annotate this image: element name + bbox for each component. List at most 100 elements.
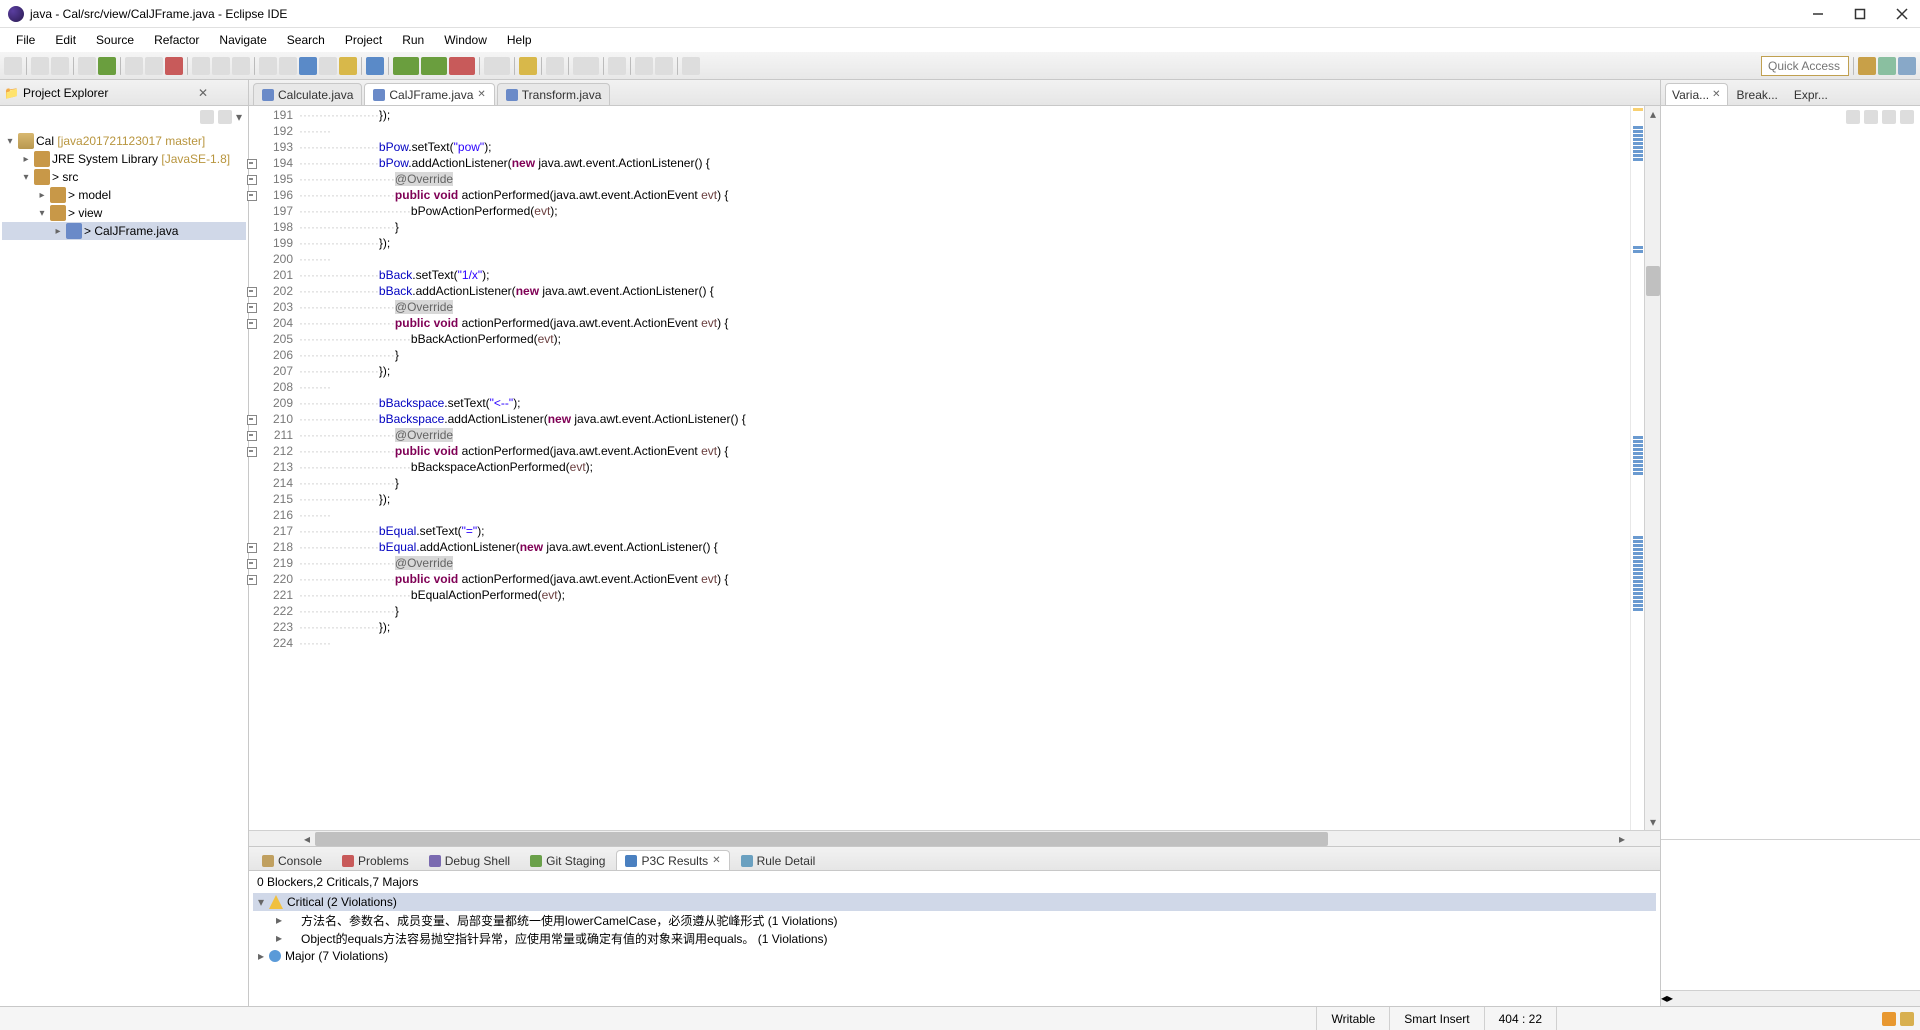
code-line[interactable]: ····························bBackActionP… [299, 331, 1630, 347]
menu-window[interactable]: Window [434, 30, 497, 50]
ext-drop-button[interactable] [484, 57, 510, 75]
tree-file-row[interactable]: ▸ > CalJFrame.java [2, 222, 246, 240]
view-menu-button[interactable] [1900, 110, 1914, 124]
pack2-button[interactable] [279, 57, 297, 75]
line-number[interactable]: 197 [249, 203, 299, 219]
close-tab-icon[interactable]: ✕ [1712, 89, 1720, 100]
overview-mark[interactable] [1633, 142, 1643, 145]
overview-mark[interactable] [1633, 158, 1643, 161]
editor-horizontal-scrollbar[interactable]: ◂ ▸ [249, 830, 1660, 846]
line-number[interactable]: 204 [249, 315, 299, 331]
editor-tab[interactable]: Calculate.java [253, 83, 362, 105]
link-editor-button[interactable] [218, 110, 232, 124]
tree-src-row[interactable]: ▾ > src [2, 168, 246, 186]
collapse-all-button[interactable] [200, 110, 214, 124]
debug-button[interactable] [98, 57, 116, 75]
search-button[interactable] [546, 57, 564, 75]
newpkg-button[interactable] [519, 57, 537, 75]
bottom-tab[interactable]: Rule Detail [732, 850, 825, 870]
overview-mark[interactable] [1633, 556, 1643, 559]
perspective-button-other[interactable] [1898, 57, 1916, 75]
expand-toggle[interactable]: ▸ [50, 226, 66, 237]
scroll-down-arrow[interactable]: ▾ [1645, 814, 1661, 830]
expand-toggle[interactable]: ▸ [271, 913, 287, 927]
overview-mark[interactable] [1633, 154, 1643, 157]
expand-toggle[interactable]: ▸ [271, 931, 287, 945]
code-line[interactable]: ····························bPowActionPe… [299, 203, 1630, 219]
suspend-button[interactable] [145, 57, 163, 75]
quick-access-input[interactable] [1761, 56, 1849, 76]
close-tab-icon[interactable]: ✕ [477, 89, 485, 100]
pack1-button[interactable] [259, 57, 277, 75]
minimize-button[interactable] [1808, 4, 1828, 24]
violation-row[interactable]: ▸ 方法名、参数名、成员变量、局部变量都统一使用lowerCamelCase，必… [253, 911, 1656, 929]
view-menu-button[interactable]: ▾ [236, 110, 242, 124]
line-number[interactable]: 208 [249, 379, 299, 395]
close-tab-icon[interactable]: ✕ [712, 855, 720, 866]
a-btn-button[interactable] [299, 57, 317, 75]
overview-mark[interactable] [1633, 250, 1643, 253]
overview-mark[interactable] [1633, 600, 1643, 603]
line-number[interactable]: 202 [249, 283, 299, 299]
cov-drop-button[interactable] [449, 57, 475, 75]
perspective-button-debug[interactable] [1878, 57, 1896, 75]
line-number[interactable]: 206 [249, 347, 299, 363]
bottom-tab[interactable]: Console [253, 850, 331, 870]
code-line[interactable]: ····················bPow.setText("pow"); [299, 139, 1630, 155]
code-line[interactable]: ····················bBack.addActionListe… [299, 283, 1630, 299]
minimize-view-button[interactable] [1624, 856, 1638, 870]
stepover-button[interactable] [212, 57, 230, 75]
bottom-tab[interactable]: Problems [333, 850, 418, 870]
code-area[interactable]: ····················});·················… [299, 106, 1630, 830]
code-line[interactable]: ························public void acti… [299, 187, 1630, 203]
expand-toggle[interactable]: ▸ [34, 190, 50, 201]
scrollbar-thumb[interactable] [315, 832, 1328, 846]
code-line[interactable]: ························@Override [299, 555, 1630, 571]
code-line[interactable]: ········ [299, 251, 1630, 267]
perspective-button-java[interactable] [1858, 57, 1876, 75]
overview-mark[interactable] [1633, 448, 1643, 451]
overview-mark[interactable] [1633, 560, 1643, 563]
expand-toggle[interactable]: ▸ [253, 949, 269, 963]
last-button[interactable] [682, 57, 700, 75]
overview-mark[interactable] [1633, 580, 1643, 583]
code-line[interactable]: ························public void acti… [299, 443, 1630, 459]
code-line[interactable]: ························} [299, 347, 1630, 363]
terminate-button[interactable] [165, 57, 183, 75]
show-type-names-button[interactable] [1846, 110, 1860, 124]
overview-mark[interactable] [1633, 592, 1643, 595]
line-number[interactable]: 218 [249, 539, 299, 555]
scroll-up-arrow[interactable]: ▴ [1645, 106, 1661, 122]
code-line[interactable]: ····························bEqualAction… [299, 587, 1630, 603]
tree-jre-row[interactable]: ▸ JRE System Library [JavaSE-1.8] [2, 150, 246, 168]
menu-run[interactable]: Run [392, 30, 434, 50]
minimize-view-button[interactable] [1624, 91, 1638, 105]
close-view-icon[interactable]: ✕ [198, 86, 208, 100]
save-button[interactable] [31, 57, 49, 75]
right-tab[interactable]: Varia...✕ [1665, 83, 1728, 105]
maximize-view-button[interactable] [230, 86, 244, 100]
toggle-button[interactable] [339, 57, 357, 75]
line-number[interactable]: 195 [249, 171, 299, 187]
scrollbar-thumb[interactable] [1646, 266, 1660, 296]
code-line[interactable]: ····················bEqual.setText("="); [299, 523, 1630, 539]
overview-mark[interactable] [1633, 576, 1643, 579]
line-number[interactable]: 205 [249, 331, 299, 347]
updates-icon[interactable] [1900, 1012, 1914, 1026]
line-number[interactable]: 214 [249, 475, 299, 491]
overview-mark[interactable] [1633, 456, 1643, 459]
line-number[interactable]: 213 [249, 459, 299, 475]
overview-mark[interactable] [1633, 584, 1643, 587]
overview-mark[interactable] [1633, 444, 1643, 447]
overview-mark[interactable] [1633, 108, 1643, 111]
violation-row[interactable]: ▸ Object的equals方法容易抛空指针异常，应使用常量或确定有值的对象来… [253, 929, 1656, 947]
code-line[interactable]: ························} [299, 475, 1630, 491]
tip-of-day-icon[interactable] [1882, 1012, 1896, 1026]
expand-toggle[interactable]: ▾ [2, 136, 18, 147]
maximize-view-button[interactable] [1644, 856, 1658, 870]
expand-toggle[interactable]: ▾ [18, 172, 34, 183]
overview-mark[interactable] [1633, 540, 1643, 543]
resume-button[interactable] [125, 57, 143, 75]
editor-tab[interactable]: CalJFrame.java✕ [364, 83, 494, 105]
overview-ruler[interactable] [1630, 106, 1644, 830]
